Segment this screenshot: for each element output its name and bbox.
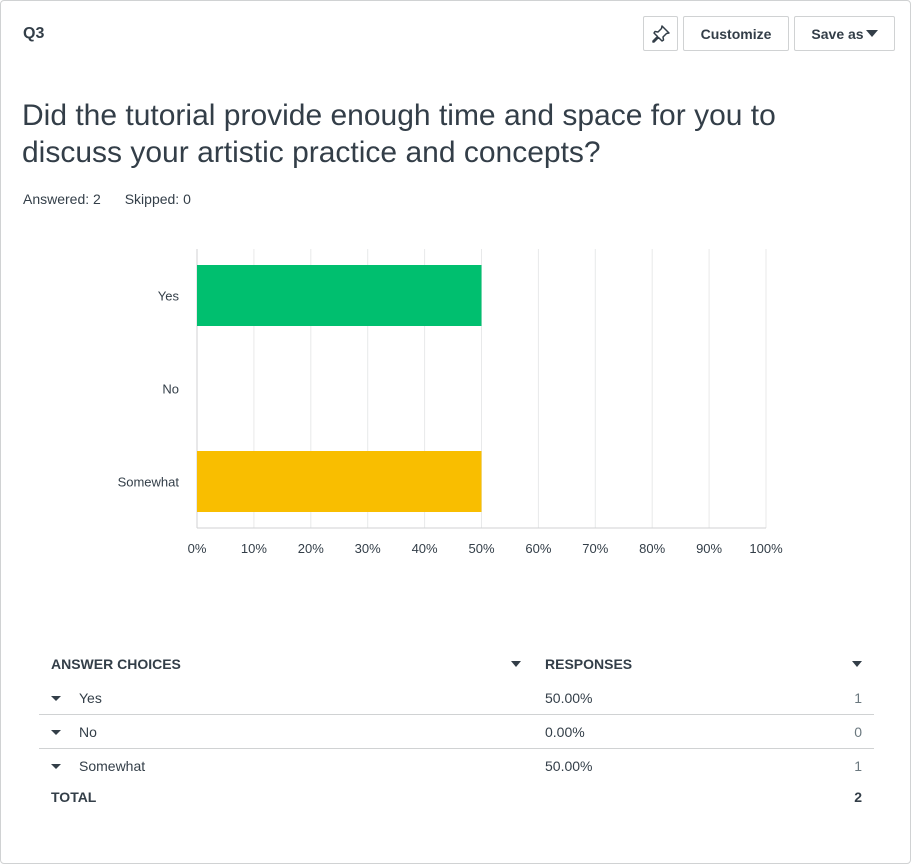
choice-label: No [79,723,97,740]
percent-cell: 50.00% [545,757,593,774]
choice-label: Yes [79,689,102,706]
pin-icon [651,24,670,43]
x-tick-label: 50% [468,541,494,556]
toolbar: Customize Save as [643,16,895,51]
question-number: Q3 [23,25,45,42]
response-table: ANSWER CHOICES RESPONSES Yes 50.00% 1 No… [39,646,874,812]
count-cell: 1 [769,681,874,715]
responses-header[interactable]: RESPONSES [533,646,874,681]
chevron-down-icon [865,30,878,37]
response-stats: Answered: 2 Skipped: 0 [23,191,211,207]
x-tick-label: 60% [525,541,551,556]
choice-label: Somewhat [79,757,146,774]
table-row: Somewhat 50.00% 1 [39,749,874,783]
bar [197,451,482,512]
answer-choices-header[interactable]: ANSWER CHOICES [39,646,533,681]
table-row: Yes 50.00% 1 [39,681,874,715]
bar-chart: 0% 10% 20% 30% 40% 50% 60% 70% 80% 90% 100% Yes No So… [118,249,783,556]
bar [197,265,482,326]
percent-cell: 50.00% [533,681,769,715]
skipped-count: Skipped: 0 [124,191,191,207]
caret-down-icon [51,730,61,736]
count-cell: 0 [769,714,874,749]
caret-down-icon [51,764,61,770]
x-tick-label: 10% [241,541,267,556]
save-as-label: Save as [811,25,864,42]
x-tick-label: 70% [582,541,608,556]
question-card: Q3 Customize Save as Did the tutorial pr… [0,0,911,864]
choice-cell[interactable]: No [39,714,533,749]
save-as-button[interactable]: Save as [794,16,895,51]
total-label: TOTAL [51,789,97,805]
category-label: Yes [158,289,180,304]
pin-button[interactable] [643,16,678,51]
x-tick-label: 40% [412,541,438,556]
caret-down-icon [51,696,61,702]
percent-cell: 0.00% [533,714,769,749]
total-row: TOTAL 2 [39,782,874,812]
category-label: Somewhat [118,475,180,490]
choice-cell[interactable]: Yes [39,681,533,715]
customize-button[interactable]: Customize [683,16,789,51]
sort-caret-icon [511,660,521,667]
x-tick-label: 0% [188,541,207,556]
table-row: No 0.00% 0 [39,714,874,749]
answered-count: Answered: 2 [23,191,101,207]
category-label: No [162,382,179,397]
question-title: Did the tutorial provide enough time and… [22,99,776,169]
count-cell: 1 [854,757,862,774]
choice-cell[interactable]: Somewhat [39,749,533,783]
responses-label: RESPONSES [545,655,633,672]
x-tick-label: 80% [639,541,665,556]
x-tick-label: 100% [749,541,783,556]
x-tick-label: 90% [696,541,722,556]
x-tick-label: 20% [298,541,324,556]
answer-choices-label: ANSWER CHOICES [51,655,181,672]
x-tick-label: 30% [355,541,381,556]
total-count: 2 [854,789,862,805]
sort-caret-icon [852,660,862,667]
